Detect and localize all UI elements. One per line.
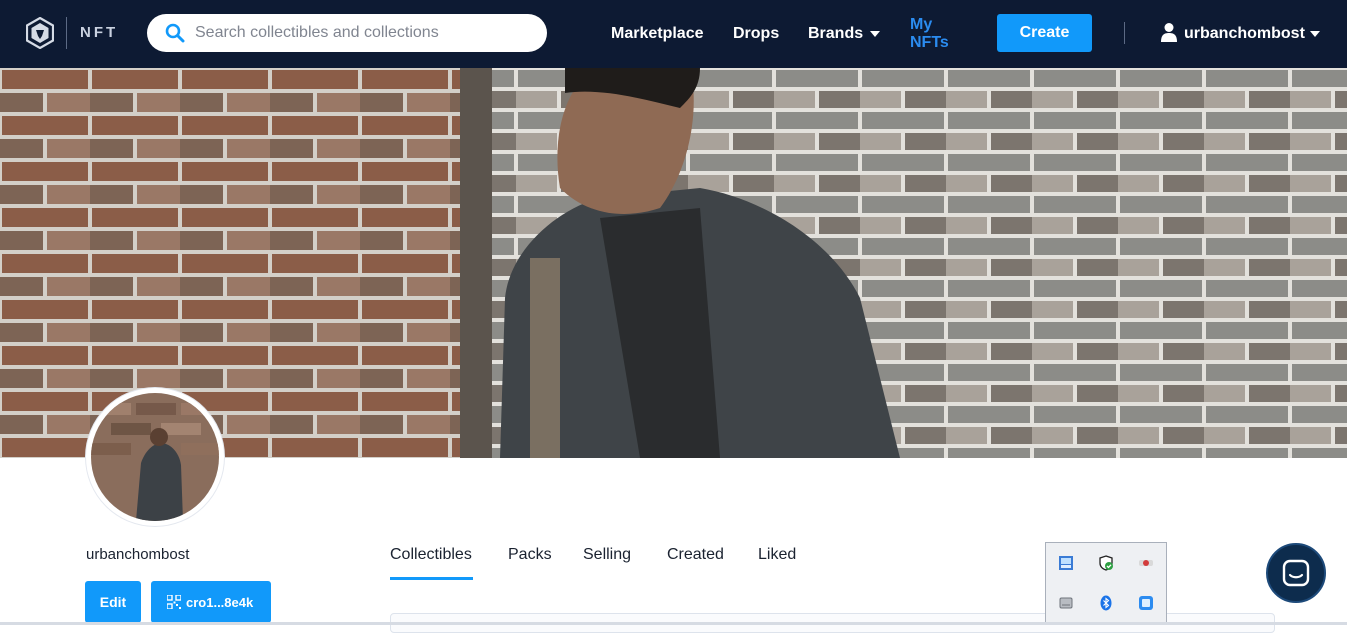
nav-brands[interactable]: Brands bbox=[808, 25, 881, 43]
bluetooth-icon[interactable] bbox=[1098, 595, 1114, 611]
user-menu-label: urbanchombost bbox=[1184, 25, 1305, 42]
tab-packs[interactable]: Packs bbox=[508, 546, 552, 564]
network-icon[interactable] bbox=[1058, 555, 1074, 571]
wallet-address-label: cro1...8e4k bbox=[186, 594, 254, 610]
tab-selling[interactable]: Selling bbox=[583, 546, 631, 564]
tab-collectibles[interactable]: Collectibles bbox=[390, 546, 472, 564]
qr-code-icon bbox=[167, 594, 181, 609]
user-menu[interactable]: urbanchombost bbox=[1160, 22, 1320, 46]
chat-support-button[interactable] bbox=[1266, 543, 1326, 603]
top-navbar: NFT Marketplace Drops Brands My NFTs Cre… bbox=[0, 0, 1347, 68]
app-window-icon[interactable] bbox=[1138, 595, 1154, 611]
nav-drops[interactable]: Drops bbox=[733, 25, 779, 43]
search-bar[interactable] bbox=[147, 14, 547, 52]
search-input[interactable] bbox=[195, 22, 535, 44]
nav-my-nfts[interactable]: My NFTs bbox=[910, 16, 960, 52]
system-tray-popup bbox=[1045, 542, 1167, 625]
search-icon bbox=[165, 23, 185, 43]
tab-created[interactable]: Created bbox=[667, 546, 724, 564]
wallet-address-button[interactable]: cro1...8e4k bbox=[151, 581, 271, 623]
antivirus-icon[interactable] bbox=[1138, 555, 1154, 571]
tab-liked[interactable]: Liked bbox=[758, 546, 796, 564]
logo-divider bbox=[66, 17, 67, 49]
nav-marketplace[interactable]: Marketplace bbox=[611, 25, 704, 43]
nav-separator bbox=[1124, 22, 1125, 44]
chat-icon bbox=[1282, 559, 1310, 587]
profile-username: urbanchombost bbox=[86, 546, 190, 563]
user-icon bbox=[1161, 23, 1177, 42]
drive-icon[interactable] bbox=[1058, 595, 1074, 611]
chevron-down-icon bbox=[870, 30, 881, 37]
logo-text: NFT bbox=[80, 24, 119, 41]
nav-brands-label: Brands bbox=[808, 25, 864, 42]
crypto-com-logo-icon[interactable] bbox=[26, 17, 54, 49]
security-shield-icon[interactable] bbox=[1098, 555, 1114, 571]
profile-avatar[interactable] bbox=[86, 388, 224, 526]
chevron-down-icon bbox=[1309, 30, 1320, 37]
edit-profile-button[interactable]: Edit bbox=[85, 581, 141, 623]
profile-banner-image bbox=[0, 68, 1347, 458]
create-button[interactable]: Create bbox=[997, 14, 1092, 52]
active-tab-indicator bbox=[390, 577, 473, 580]
